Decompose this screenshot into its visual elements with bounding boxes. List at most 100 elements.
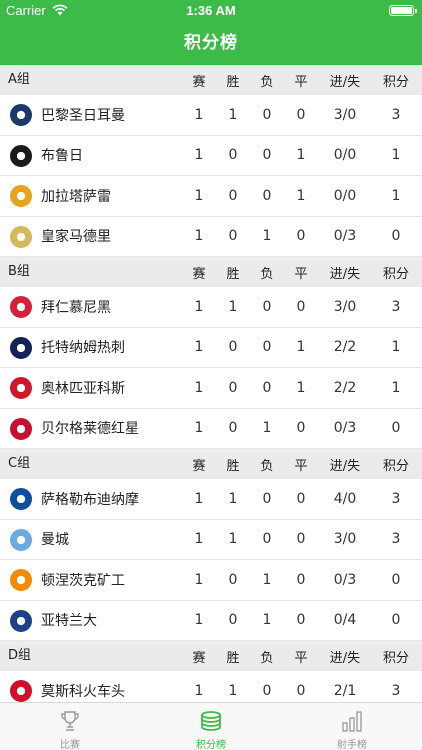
stat-g: 3/0 <box>333 106 357 123</box>
stat-pts: 1 <box>391 187 401 204</box>
team-row[interactable]: 托特纳姆热刺 1 0 0 1 2/2 1 <box>0 328 422 368</box>
galatasaray-crest <box>10 185 32 207</box>
column-header-won: 胜 <box>226 650 240 666</box>
team-row[interactable]: 贝尔格莱德红星 1 0 1 0 0/3 0 <box>0 409 422 449</box>
team-row[interactable]: 皇家马德里 1 0 1 0 0/3 0 <box>0 217 422 257</box>
team-row[interactable]: 顿涅茨克矿工 1 0 1 0 0/3 0 <box>0 560 422 601</box>
tab-standings[interactable]: 积分榜 <box>141 703 281 750</box>
tab-bar: 比赛 积分榜 射手榜 <box>0 702 422 750</box>
stat-g: 3/0 <box>333 298 357 315</box>
tab-label: 射手榜 <box>337 740 367 750</box>
stat-pts: 0 <box>391 612 401 629</box>
team-name: 布鲁日 <box>41 148 83 165</box>
bar-chart-icon <box>340 709 364 733</box>
team-name: 拜仁慕尼黑 <box>41 299 111 316</box>
team-row[interactable]: 萨格勒布迪纳摩 1 1 0 0 4/0 3 <box>0 479 422 520</box>
team-name: 加拉塔萨雷 <box>41 188 111 205</box>
column-header-drawn: 平 <box>294 650 308 666</box>
stat-d: 0 <box>296 682 306 699</box>
stat-l: 1 <box>262 228 272 245</box>
column-header-drawn: 平 <box>294 458 308 474</box>
stat-l: 0 <box>262 682 272 699</box>
column-header-drawn: 平 <box>294 74 308 90</box>
stat-g: 0/0 <box>333 187 357 204</box>
standings-list[interactable]: A组赛胜负平进/失 积分 巴黎圣日耳曼 1 1 0 0 3/0 3 布鲁日 1 0 0 1 0/0 1 加拉塔萨… <box>0 65 422 702</box>
page-title: 积分榜 <box>184 33 238 53</box>
stat-g: 2/2 <box>333 339 357 356</box>
team-name: 顿涅茨克矿工 <box>41 572 125 589</box>
man-city-crest <box>10 528 32 551</box>
stat-p: 1 <box>194 298 204 315</box>
stat-pts: 3 <box>391 531 401 548</box>
team-row[interactable]: 拜仁慕尼黑 1 1 0 0 3/0 3 <box>0 287 422 328</box>
team-row[interactable]: 莫斯科火车头 1 1 0 0 2/1 3 <box>0 671 422 702</box>
tab-label: 比赛 <box>60 740 80 750</box>
stat-w: 1 <box>228 682 238 699</box>
stat-p: 1 <box>194 379 204 396</box>
real-madrid-crest <box>10 225 32 248</box>
group-name: D组 <box>8 648 32 663</box>
group-name: C组 <box>8 456 31 471</box>
stat-d: 1 <box>296 147 306 164</box>
team-row[interactable]: 布鲁日 1 0 0 1 0/0 1 <box>0 136 422 176</box>
stat-l: 1 <box>262 571 272 588</box>
stat-w: 1 <box>228 106 238 123</box>
stat-p: 1 <box>194 339 204 356</box>
team-name: 皇家马德里 <box>41 229 111 246</box>
stat-d: 1 <box>296 187 306 204</box>
stat-pts: 3 <box>391 490 401 507</box>
stat-l: 0 <box>262 379 272 396</box>
stat-p: 1 <box>194 682 204 699</box>
status-bar: Carrier 1:36 AM <box>0 0 422 22</box>
clock: 1:36 AM <box>186 3 236 18</box>
team-name: 贝尔格莱德红星 <box>41 421 139 438</box>
stat-g: 0/4 <box>333 612 357 629</box>
trophy-icon <box>58 709 82 733</box>
stat-l: 0 <box>262 298 272 315</box>
dinamo-zagreb-crest <box>10 488 32 510</box>
tab-matches[interactable]: 比赛 <box>0 703 140 750</box>
team-row[interactable]: 亚特兰大 1 0 1 0 0/4 0 <box>0 601 422 641</box>
coin-stack-icon <box>199 709 223 733</box>
team-name: 巴黎圣日耳曼 <box>41 107 125 124</box>
team-row[interactable]: 曼城 1 1 0 0 3/0 3 <box>0 520 422 560</box>
lokomotiv-crest <box>10 680 32 702</box>
stat-l: 0 <box>262 339 272 356</box>
team-name: 奥林匹亚科斯 <box>41 380 125 397</box>
stat-pts: 1 <box>391 147 401 164</box>
tab-scorers[interactable]: 射手榜 <box>282 703 422 750</box>
team-row[interactable]: 奥林匹亚科斯 1 0 0 1 2/2 1 <box>0 368 422 409</box>
column-header-won: 胜 <box>226 74 240 90</box>
stat-p: 1 <box>194 420 204 437</box>
stat-pts: 3 <box>391 298 401 315</box>
stat-p: 1 <box>194 187 204 204</box>
stat-l: 0 <box>262 187 272 204</box>
stat-g: 0/0 <box>333 147 357 164</box>
column-header-drawn: 平 <box>294 266 308 282</box>
stat-l: 1 <box>262 612 272 629</box>
stat-p: 1 <box>194 106 204 123</box>
stat-d: 1 <box>296 379 306 396</box>
shakhtar-crest <box>10 569 32 591</box>
team-row[interactable]: 巴黎圣日耳曼 1 1 0 0 3/0 3 <box>0 95 422 136</box>
bayern-crest <box>10 296 32 318</box>
stat-w: 0 <box>228 339 238 356</box>
stat-w: 0 <box>228 228 238 245</box>
stat-pts: 3 <box>391 682 401 699</box>
stat-g: 0/3 <box>333 571 357 588</box>
stat-d: 0 <box>296 106 306 123</box>
column-header-goals: 进/失 <box>329 458 361 474</box>
stat-w: 1 <box>228 490 238 507</box>
psg-crest <box>10 104 32 126</box>
team-row[interactable]: 加拉塔萨雷 1 0 0 1 0/0 1 <box>0 176 422 217</box>
stat-g: 2/1 <box>333 682 357 699</box>
stat-d: 0 <box>296 612 306 629</box>
stat-d: 0 <box>296 531 306 548</box>
team-name: 莫斯科火车头 <box>41 683 125 700</box>
stat-w: 0 <box>228 147 238 164</box>
stat-d: 0 <box>296 420 306 437</box>
tab-label: 积分榜 <box>196 740 226 750</box>
stat-w: 0 <box>228 571 238 588</box>
stat-p: 1 <box>194 531 204 548</box>
team-name: 萨格勒布迪纳摩 <box>41 491 139 508</box>
